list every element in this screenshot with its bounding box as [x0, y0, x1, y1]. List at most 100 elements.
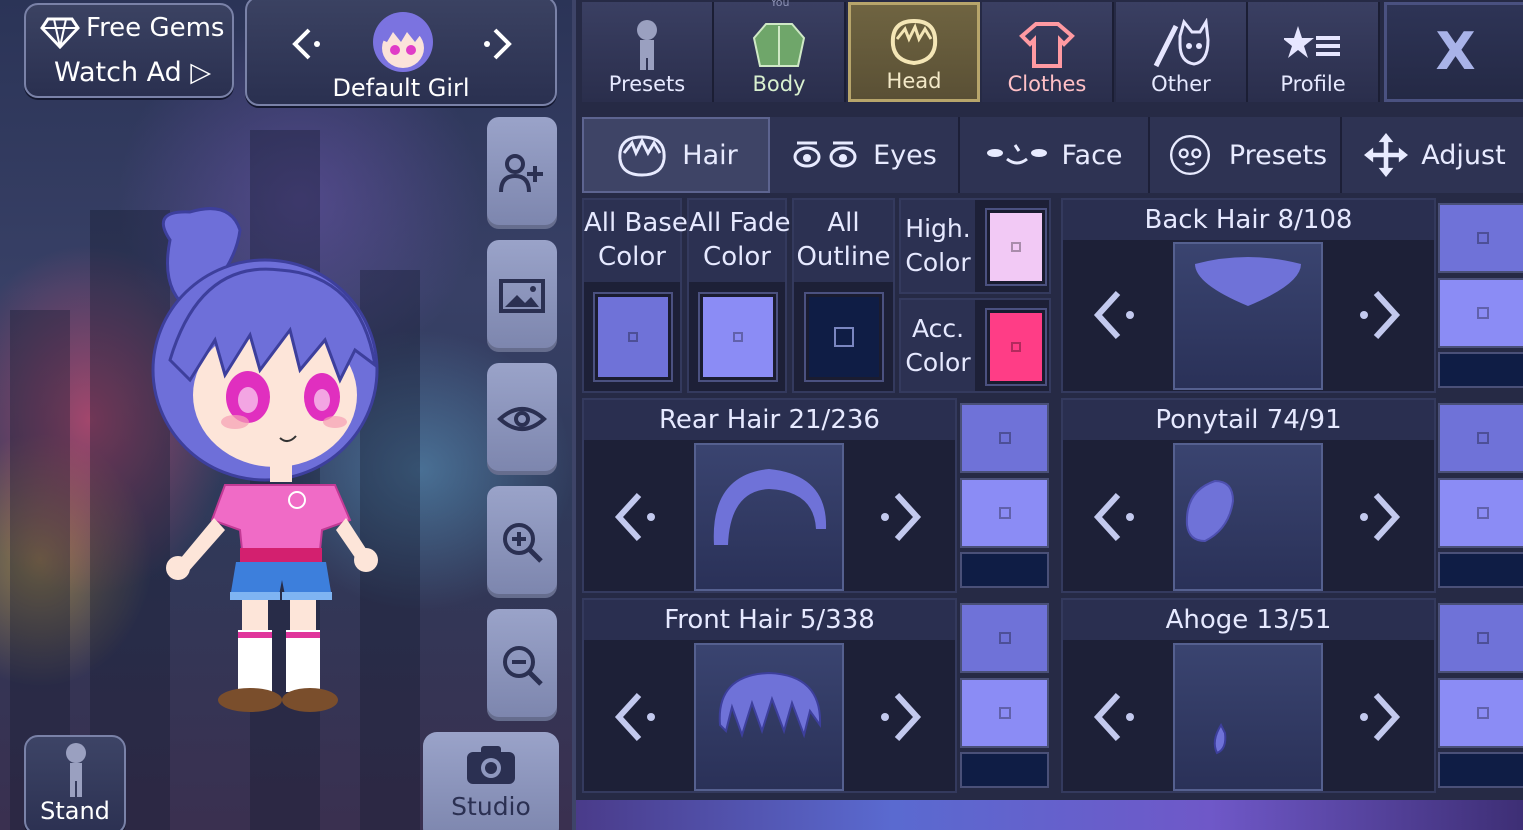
studio-button[interactable]: Studio — [423, 732, 559, 830]
subtab-hair-label: Hair — [682, 139, 738, 171]
tab-body-label: Body — [752, 72, 806, 96]
all-base-color-button[interactable]: All Base Color — [582, 198, 688, 393]
tab-body[interactable]: You Body — [714, 0, 846, 102]
tab-profile[interactable]: Profile — [1248, 2, 1380, 102]
ponytail-next-button[interactable] — [1351, 482, 1411, 552]
rear-hair-next-button[interactable] — [872, 482, 932, 552]
ponytail-preview[interactable] — [1173, 443, 1323, 591]
visibility-button[interactable] — [487, 363, 557, 475]
ahoge-title: Ahoge 13/51 — [1063, 600, 1434, 640]
customization-panel: Presets You Body Head Clothes Other Prof… — [572, 0, 1523, 830]
acc-color-button[interactable]: Acc. Color — [899, 298, 1051, 393]
body-tab-overlap-text: You — [770, 0, 790, 9]
ponytail-fade-color[interactable] — [1438, 478, 1523, 548]
background-button[interactable] — [487, 240, 557, 352]
rear-hair-slot: Rear Hair 21/236 — [582, 398, 957, 593]
rear-hair-preview[interactable] — [694, 443, 844, 591]
front-hair-next-button[interactable] — [872, 682, 932, 752]
rear-hair-prev-button[interactable] — [604, 482, 664, 552]
ahoge-base-color[interactable] — [1438, 603, 1523, 673]
front-hair-outline-color[interactable] — [960, 752, 1049, 788]
rear-hair-title: Rear Hair 21/236 — [584, 400, 955, 440]
person-pose-icon — [66, 743, 86, 797]
chevron-left-icon — [614, 492, 655, 542]
zoom-in-button[interactable] — [487, 486, 557, 598]
chevron-right-icon — [881, 692, 922, 742]
all-base-color-label: All Base Color — [584, 200, 688, 282]
high-color-swatch — [987, 210, 1045, 284]
ponytail-base-color[interactable] — [1438, 403, 1523, 473]
front-hair-fade-color[interactable] — [960, 678, 1049, 748]
ahoge-next-button[interactable] — [1351, 682, 1411, 752]
eye-icon — [497, 407, 547, 431]
ponytail-title: Ponytail 74/91 — [1063, 400, 1434, 440]
front-hair-prev-button[interactable] — [604, 682, 664, 752]
tab-clothes[interactable]: Clothes — [982, 2, 1114, 102]
stand-button[interactable]: Stand — [24, 735, 126, 830]
tab-head[interactable]: Head — [848, 2, 980, 102]
back-hair-next-button[interactable] — [1351, 280, 1411, 350]
add-person-icon — [499, 154, 543, 193]
front-hair-preview[interactable] — [694, 643, 844, 791]
face-icon — [987, 144, 1048, 165]
prev-character-arrow-icon[interactable] — [285, 24, 325, 64]
bottom-accent-bar — [576, 800, 1523, 830]
close-icon: X — [1435, 22, 1476, 82]
front-hair-base-color[interactable] — [960, 603, 1049, 673]
back-hair-prev-button[interactable] — [1083, 280, 1143, 350]
rear-hair-outline-color[interactable] — [960, 552, 1049, 588]
ahoge-preview[interactable] — [1173, 643, 1323, 791]
next-character-arrow-icon[interactable] — [479, 24, 519, 64]
ahoge-outline-color[interactable] — [1438, 752, 1523, 788]
ahoge-fade-color[interactable] — [1438, 678, 1523, 748]
zoom-out-button[interactable] — [487, 609, 557, 721]
rear-hair-fade-color[interactable] — [960, 478, 1049, 548]
tab-other[interactable]: Other — [1116, 2, 1248, 102]
all-base-color-swatch — [595, 294, 671, 380]
back-hair-base-color[interactable] — [1438, 203, 1523, 273]
high-color-button[interactable]: High. Color — [899, 198, 1051, 294]
chevron-left-icon — [1093, 290, 1134, 340]
subtab-face[interactable]: Face — [960, 117, 1150, 193]
subtab-eyes[interactable]: Eyes — [770, 117, 960, 193]
tab-profile-label: Profile — [1280, 72, 1346, 96]
back-hair-fade-color[interactable] — [1438, 278, 1523, 348]
all-fade-color-button[interactable]: All Fade Color — [687, 198, 791, 393]
rear-hair-base-color[interactable] — [960, 403, 1049, 473]
free-gems-button[interactable]: Free Gems Watch Ad ▷ — [24, 3, 234, 98]
subtab-hair[interactable]: Hair — [582, 117, 770, 193]
close-button[interactable]: X — [1384, 2, 1523, 102]
face-preset-icon — [1169, 134, 1210, 176]
character-figure — [151, 207, 379, 712]
free-gems-label: Free Gems — [86, 13, 225, 43]
all-fade-color-swatch — [700, 294, 776, 380]
move-arrows-icon — [1364, 133, 1409, 177]
add-character-button[interactable] — [487, 117, 557, 229]
gem-icon — [40, 17, 80, 49]
character-avatar — [367, 2, 439, 74]
rear-hair-thumbnail — [713, 469, 827, 545]
camera-icon — [467, 746, 515, 784]
subtab-adjust[interactable]: Adjust — [1342, 117, 1523, 193]
studio-label: Studio — [451, 792, 531, 821]
chevron-left-icon — [1093, 692, 1134, 742]
ahoge-prev-button[interactable] — [1083, 682, 1143, 752]
all-outline-button[interactable]: All Outline — [792, 198, 895, 393]
subtab-presets[interactable]: Presets — [1150, 117, 1342, 193]
chevron-right-icon — [881, 492, 922, 542]
hair-icon — [618, 135, 666, 177]
back-hair-slot: Back Hair 8/108 — [1061, 198, 1436, 393]
ponytail-outline-color[interactable] — [1438, 552, 1523, 588]
jacket-icon — [752, 23, 806, 67]
chevron-left-icon — [1093, 492, 1134, 542]
tab-presets-label: Presets — [608, 72, 686, 96]
chevron-right-icon — [1360, 290, 1401, 340]
front-hair-thumbnail — [718, 671, 822, 739]
ponytail-prev-button[interactable] — [1083, 482, 1143, 552]
ponytail-thumbnail — [1185, 479, 1235, 543]
ponytail-slot: Ponytail 74/91 — [1061, 398, 1436, 593]
subtab-presets-label: Presets — [1228, 139, 1328, 171]
back-hair-preview[interactable] — [1173, 242, 1323, 390]
tab-presets[interactable]: Presets — [582, 2, 714, 102]
back-hair-outline-color[interactable] — [1438, 352, 1523, 388]
